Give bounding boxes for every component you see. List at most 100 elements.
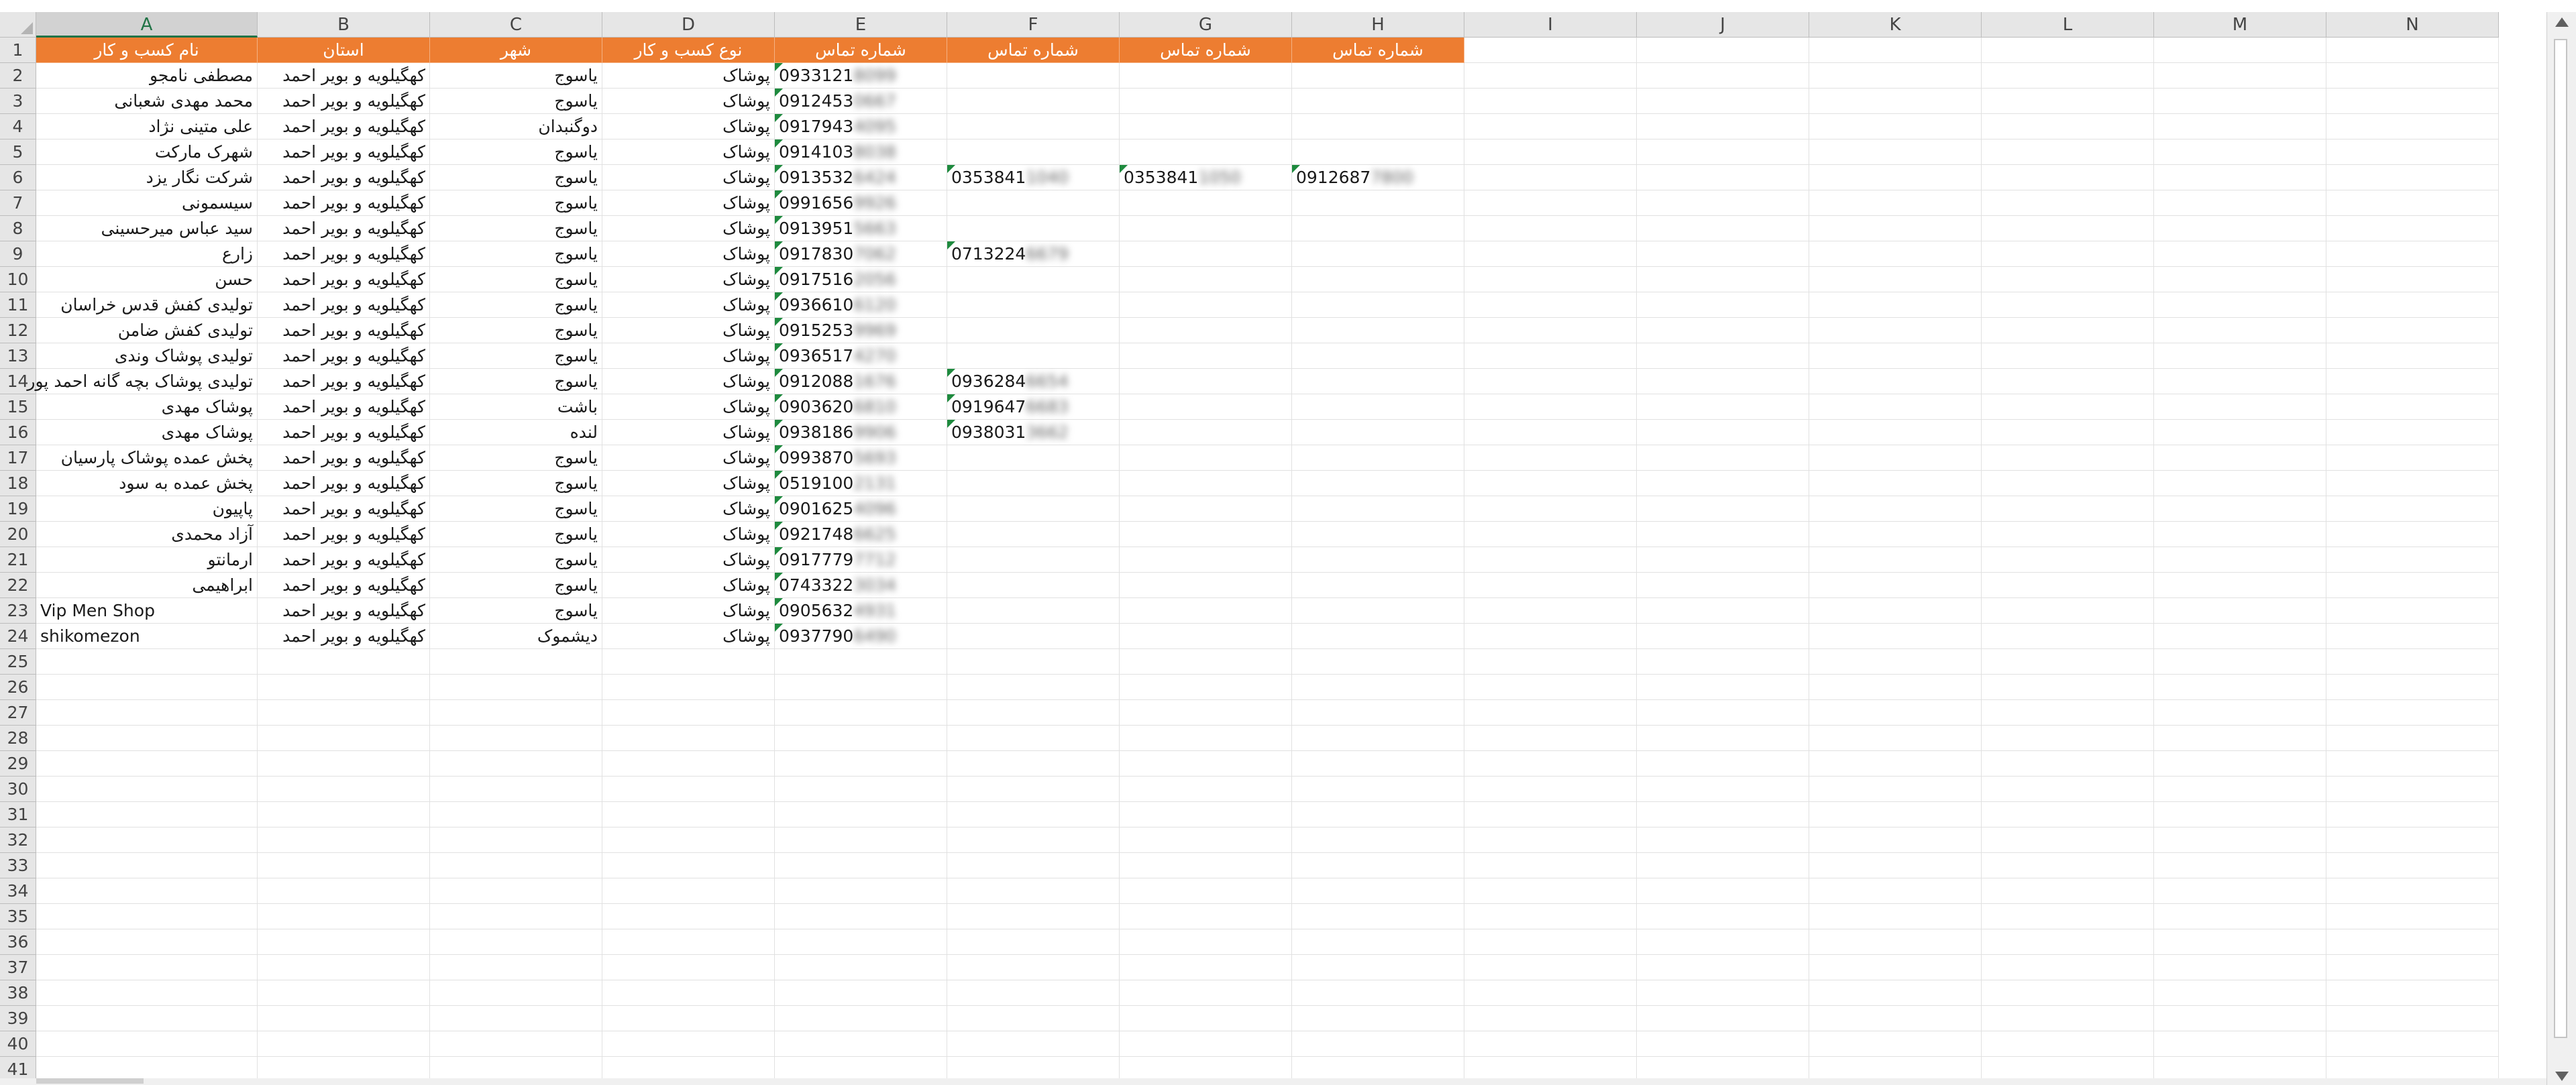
phone-cell[interactable]: 05191002131 xyxy=(775,471,947,496)
grid-cell[interactable] xyxy=(1637,63,1809,89)
grid-cell[interactable] xyxy=(1120,878,1292,904)
grid-cell[interactable] xyxy=(1637,802,1809,827)
grid-cell[interactable] xyxy=(1637,190,1809,216)
phone-cell[interactable]: 07433223034 xyxy=(775,573,947,598)
grid-cell[interactable] xyxy=(1637,267,1809,292)
row-header-11[interactable]: 11 xyxy=(0,292,36,318)
grid-cell[interactable] xyxy=(602,904,775,929)
grid-cell[interactable] xyxy=(1637,471,1809,496)
grid-cell[interactable] xyxy=(2154,1031,2326,1057)
grid-cell[interactable] xyxy=(2326,114,2499,139)
grid-cell[interactable] xyxy=(2154,89,2326,114)
phone-cell[interactable]: 09177797712 xyxy=(775,547,947,573)
grid-cell[interactable] xyxy=(1809,649,1982,675)
province-cell[interactable]: کهگیلویه و بویر احمد xyxy=(258,522,430,547)
grid-cell[interactable] xyxy=(36,827,258,853)
grid-cell[interactable] xyxy=(602,675,775,700)
grid-cell[interactable] xyxy=(2154,471,2326,496)
business-type-cell[interactable]: پوشاک xyxy=(602,573,775,598)
grid-cell[interactable] xyxy=(258,751,430,777)
grid-cell[interactable] xyxy=(947,955,1120,980)
business-type-cell[interactable]: پوشاک xyxy=(602,216,775,241)
grid-cell[interactable] xyxy=(1809,929,1982,955)
row-header-24[interactable]: 24 xyxy=(0,624,36,649)
grid-cell[interactable] xyxy=(1464,598,1637,624)
grid-cell[interactable] xyxy=(2326,139,2499,165)
grid-cell[interactable] xyxy=(1464,267,1637,292)
row-header-18[interactable]: 18 xyxy=(0,471,36,496)
grid-cell[interactable] xyxy=(1809,980,1982,1006)
city-cell[interactable]: یاسوج xyxy=(430,522,602,547)
phone-cell[interactable] xyxy=(1120,471,1292,496)
grid-cell[interactable] xyxy=(2326,980,2499,1006)
business-name-cell[interactable]: ابراهیمی xyxy=(36,573,258,598)
grid-cell[interactable] xyxy=(258,649,430,675)
grid-cell[interactable] xyxy=(1292,827,1464,853)
business-type-cell[interactable]: پوشاک xyxy=(602,267,775,292)
grid-cell[interactable] xyxy=(2326,165,2499,190)
province-cell[interactable]: کهگیلویه و بویر احمد xyxy=(258,267,430,292)
grid-cell[interactable] xyxy=(2154,114,2326,139)
phone-cell[interactable]: 09362846654 xyxy=(947,369,1120,394)
grid-cell[interactable] xyxy=(1809,573,1982,598)
row-header-38[interactable]: 38 xyxy=(0,980,36,1006)
grid-cell[interactable] xyxy=(430,649,602,675)
grid-cell[interactable] xyxy=(2326,802,2499,827)
phone-cell[interactable] xyxy=(1292,241,1464,267)
grid-cell[interactable] xyxy=(1982,1031,2154,1057)
grid-cell[interactable] xyxy=(775,1031,947,1057)
province-cell[interactable]: کهگیلویه و بویر احمد xyxy=(258,165,430,190)
row-header-28[interactable]: 28 xyxy=(0,726,36,751)
grid-cell[interactable] xyxy=(2326,878,2499,904)
city-cell[interactable]: یاسوج xyxy=(430,241,602,267)
grid-cell[interactable] xyxy=(1809,369,1982,394)
grid-cell[interactable] xyxy=(1464,547,1637,573)
phone-cell[interactable] xyxy=(1292,445,1464,471)
row-header-21[interactable]: 21 xyxy=(0,547,36,573)
grid-cell[interactable] xyxy=(2326,751,2499,777)
grid-cell[interactable] xyxy=(1464,700,1637,726)
phone-cell[interactable] xyxy=(1292,63,1464,89)
row-header-22[interactable]: 22 xyxy=(0,573,36,598)
grid-cell[interactable] xyxy=(1464,980,1637,1006)
business-type-cell[interactable]: پوشاک xyxy=(602,547,775,573)
row-header-39[interactable]: 39 xyxy=(0,1006,36,1031)
grid-cell[interactable] xyxy=(36,904,258,929)
grid-cell[interactable] xyxy=(1120,777,1292,802)
grid-cell[interactable] xyxy=(2154,624,2326,649)
business-name-cell[interactable]: پخش عمده به سود xyxy=(36,471,258,496)
row-header-8[interactable]: 8 xyxy=(0,216,36,241)
grid-cell[interactable] xyxy=(775,929,947,955)
grid-cell[interactable] xyxy=(1982,598,2154,624)
grid-cell[interactable] xyxy=(602,649,775,675)
business-name-cell[interactable]: شرکت نگار یزد xyxy=(36,165,258,190)
phone-cell[interactable] xyxy=(1120,573,1292,598)
business-name-cell[interactable]: حسن xyxy=(36,267,258,292)
grid-cell[interactable] xyxy=(602,802,775,827)
province-cell[interactable]: کهگیلویه و بویر احمد xyxy=(258,63,430,89)
grid-cell[interactable] xyxy=(2326,904,2499,929)
business-type-cell[interactable]: پوشاک xyxy=(602,114,775,139)
grid-cell[interactable] xyxy=(430,827,602,853)
grid-cell[interactable] xyxy=(2326,292,2499,318)
grid-cell[interactable] xyxy=(2154,241,2326,267)
scroll-up-arrow-icon[interactable] xyxy=(2555,17,2569,27)
grid-cell[interactable] xyxy=(2154,394,2326,420)
grid-cell[interactable] xyxy=(1982,471,2154,496)
grid-cell[interactable] xyxy=(1982,394,2154,420)
grid-cell[interactable] xyxy=(1637,777,1809,802)
phone-cell[interactable] xyxy=(1292,522,1464,547)
grid-cell[interactable] xyxy=(1982,114,2154,139)
grid-cell[interactable] xyxy=(2326,547,2499,573)
grid-cell[interactable] xyxy=(36,980,258,1006)
province-cell[interactable]: کهگیلویه و بویر احمد xyxy=(258,573,430,598)
province-cell[interactable]: کهگیلویه و بویر احمد xyxy=(258,216,430,241)
grid-cell[interactable] xyxy=(1982,853,2154,878)
column-header-k[interactable]: K xyxy=(1809,12,1982,38)
business-name-cell[interactable]: تولیدی پوشاک وندی xyxy=(36,343,258,369)
grid-cell[interactable] xyxy=(1809,190,1982,216)
grid-cell[interactable] xyxy=(1637,649,1809,675)
row-header-30[interactable]: 30 xyxy=(0,777,36,802)
grid-cell[interactable] xyxy=(1292,1006,1464,1031)
grid-cell[interactable] xyxy=(36,802,258,827)
